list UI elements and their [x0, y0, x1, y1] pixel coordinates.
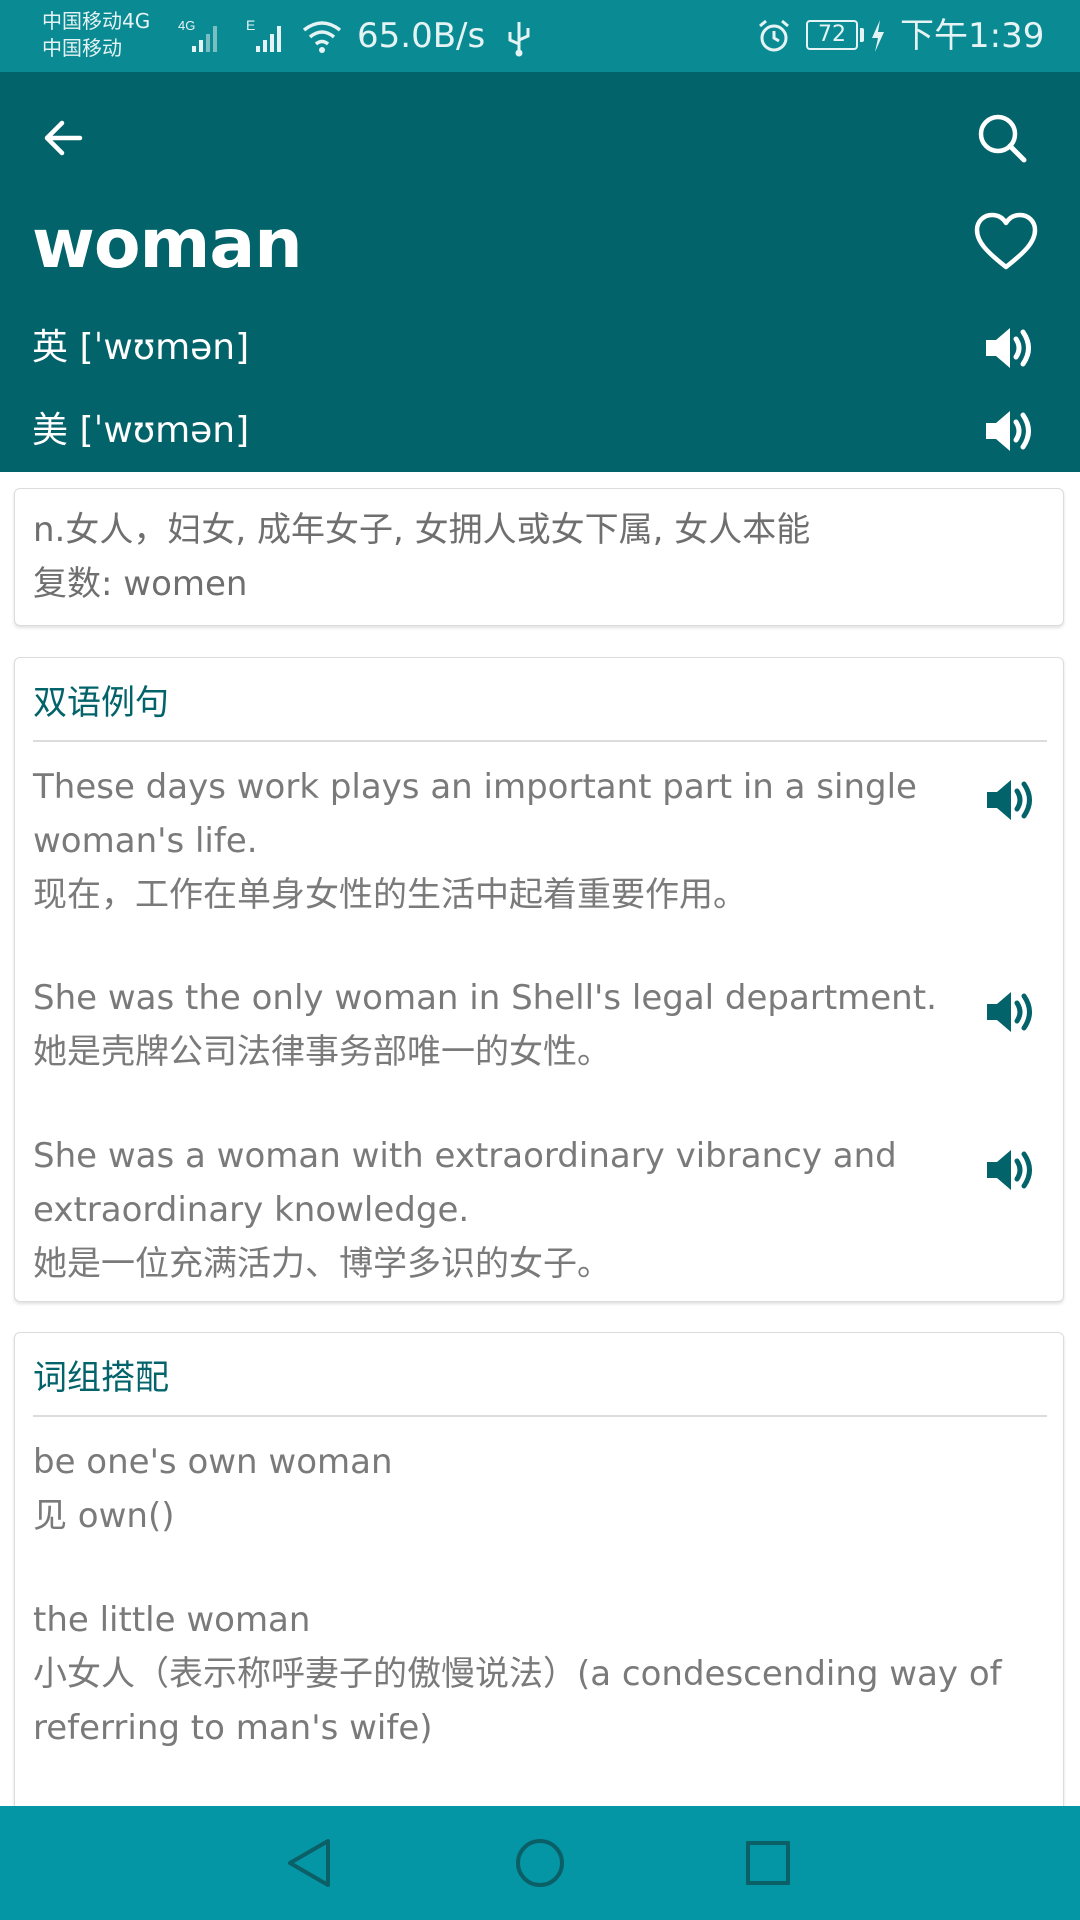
example-english: She was the only woman in Shell's legal … [33, 978, 937, 1018]
speaker-icon [987, 1150, 1032, 1190]
section-divider [33, 1415, 1047, 1417]
example-sentence: She was a woman with extraordinary vibra… [33, 1129, 953, 1291]
wifi-icon [302, 21, 342, 53]
carrier-info: 中国移动4G 中国移动 [42, 8, 150, 62]
back-button[interactable] [28, 96, 100, 180]
svg-text:E: E [246, 17, 255, 33]
phrase-text: the little woman [33, 1600, 311, 1640]
example-chinese: 她是一位充满活力、博学多识的女子。 [33, 1244, 611, 1284]
carrier-line-2: 中国移动 [42, 36, 122, 60]
definition-meaning: n.女人，妇女, 成年女子, 女拥人或女下属, 女人本能 [33, 510, 811, 550]
search-button[interactable] [966, 96, 1038, 180]
square-recent-icon [746, 1841, 790, 1885]
us-pronunciation-button[interactable] [974, 395, 1046, 467]
battery-indicator: 72 [806, 20, 858, 50]
speaker-icon [987, 780, 1032, 820]
signal-strength-icon: 4G E [178, 17, 281, 52]
section-title-examples: 双语例句 [33, 683, 169, 723]
search-icon [978, 114, 1027, 163]
triangle-back-icon [288, 1839, 330, 1887]
network-speed: 65.0B/s [357, 16, 486, 56]
system-navigation-bar [0, 1806, 1080, 1920]
phrase-item: the little woman 小女人（表示称呼妻子的傲慢说法）(a cond… [33, 1593, 1053, 1755]
section-title-phrases: 词组搭配 [33, 1358, 169, 1398]
uk-pronunciation-button[interactable] [974, 312, 1046, 384]
phrase-meaning: 见 own() [33, 1496, 175, 1536]
headword: woman [32, 205, 303, 284]
arrow-left-icon [44, 120, 83, 156]
uk-phonetic: 英 [ˈwʊmən] [32, 327, 250, 368]
nav-recent-apps-button[interactable] [728, 1823, 808, 1903]
section-divider [33, 740, 1047, 742]
clock: 下午1:39 [900, 16, 1045, 56]
speaker-icon [986, 411, 1031, 451]
battery-tip [860, 28, 864, 42]
circle-home-icon [516, 1839, 564, 1887]
phrase-item: be one's own woman 见 own() [33, 1435, 1053, 1543]
heart-icon [974, 212, 1038, 270]
definition-card: n.女人，妇女, 成年女子, 女拥人或女下属, 女人本能 复数: women [14, 488, 1064, 626]
example-play-button[interactable] [975, 1134, 1047, 1206]
example-sentence: These days work plays an important part … [33, 760, 953, 922]
alarm-icon [759, 19, 789, 52]
word-header: woman 英 [ˈwʊmən] 美 [ˈwʊmən] [0, 72, 1080, 472]
phrase-text: be one's own woman [33, 1442, 393, 1482]
example-chinese: 现在，工作在单身女性的生活中起着重要作用。 [33, 875, 747, 915]
definition-plural: 复数: women [33, 564, 248, 604]
example-sentence: She was the only woman in Shell's legal … [33, 971, 953, 1079]
status-bar: 中国移动4G 中国移动 4G E 65.0B/s 72 下午1:39 [0, 0, 1080, 72]
example-chinese: 她是壳牌公司法律事务部唯一的女性。 [33, 1032, 611, 1072]
svg-text:4G: 4G [178, 18, 195, 33]
example-play-button[interactable] [975, 976, 1047, 1048]
charging-icon [872, 20, 884, 52]
us-phonetic: 美 [ˈwʊmən] [32, 410, 250, 451]
carrier-line-1: 中国移动4G [42, 9, 151, 33]
example-english: She was a woman with extraordinary vibra… [33, 1136, 897, 1230]
nav-back-button[interactable] [270, 1823, 350, 1903]
speaker-icon [986, 328, 1031, 368]
favorite-button[interactable] [966, 202, 1046, 282]
examples-card: 双语例句 These days work plays an important … [14, 657, 1064, 1302]
usb-icon [508, 22, 530, 57]
example-play-button[interactable] [975, 764, 1047, 836]
example-english: These days work plays an important part … [33, 767, 917, 861]
speaker-icon [987, 992, 1032, 1032]
phrase-meaning: 小女人（表示称呼妻子的傲慢说法）(a condescending way of … [33, 1654, 1002, 1748]
nav-home-button[interactable] [500, 1823, 580, 1903]
